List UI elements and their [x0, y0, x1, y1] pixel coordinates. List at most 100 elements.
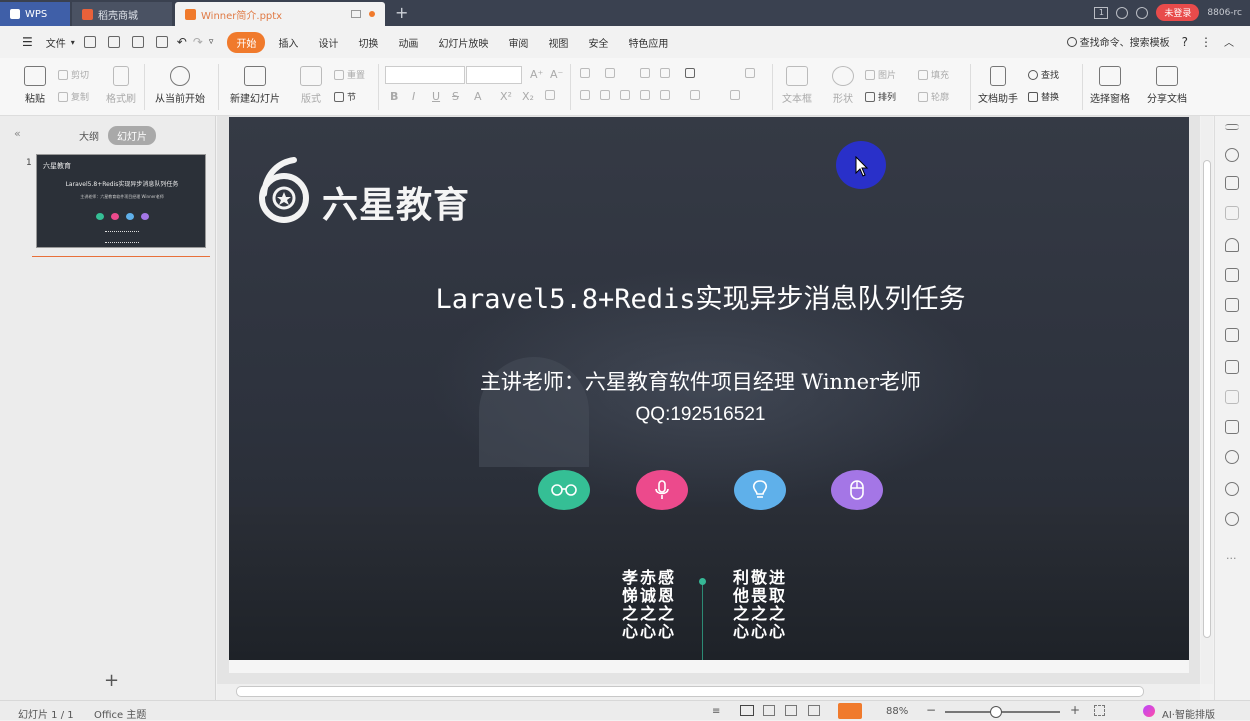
- settings-sliders-icon[interactable]: [1225, 268, 1239, 282]
- subscript-button[interactable]: X₂: [522, 90, 534, 103]
- transfer-icon[interactable]: [1225, 206, 1239, 220]
- print-icon[interactable]: [131, 36, 144, 48]
- font-color-button[interactable]: A: [474, 90, 482, 103]
- reset-button[interactable]: 重置: [334, 68, 365, 81]
- ai-layout-button[interactable]: AI·智能排版: [1162, 706, 1215, 721]
- tab-insert[interactable]: 插入: [271, 32, 305, 53]
- tab-home[interactable]: 开始: [227, 31, 266, 53]
- zoom-value[interactable]: 88%: [886, 706, 908, 717]
- play-from-current-button[interactable]: 从当前开始: [150, 66, 210, 105]
- fit-window-icon[interactable]: [1094, 705, 1105, 716]
- numbering-button[interactable]: [605, 68, 615, 78]
- tab-daoke-store[interactable]: 稻壳商城: [72, 2, 172, 26]
- font-grow-icon[interactable]: A⁺: [530, 68, 543, 81]
- shapes-button[interactable]: 形状: [826, 66, 860, 105]
- history-icon[interactable]: [1225, 482, 1239, 496]
- align-center-button[interactable]: [600, 90, 610, 100]
- more-dropdown-icon[interactable]: ▿: [209, 37, 214, 47]
- star-icon[interactable]: [1225, 148, 1239, 162]
- fill-button[interactable]: 填充: [918, 68, 949, 81]
- strikethrough-button[interactable]: S: [452, 90, 459, 103]
- command-search[interactable]: 查找命令、搜索模板: [1066, 34, 1170, 49]
- tab-design[interactable]: 设计: [311, 32, 345, 53]
- clear-format-icon[interactable]: [545, 90, 555, 100]
- theme-name[interactable]: Office 主题: [94, 706, 146, 721]
- notes-icon[interactable]: ≡: [712, 706, 720, 717]
- print-preview-icon[interactable]: [155, 36, 168, 48]
- decrease-indent-button[interactable]: [640, 68, 650, 78]
- copy-button[interactable]: 复制: [58, 90, 89, 103]
- select-pane-button[interactable]: 选择窗格: [1088, 66, 1132, 105]
- copy-pane-icon[interactable]: [1225, 176, 1239, 190]
- font-shrink-icon[interactable]: A⁻: [550, 68, 563, 81]
- more-options-icon[interactable]: ⋮: [1200, 35, 1212, 49]
- slide-teacher-line[interactable]: 主讲老师：六星教育软件项目经理 Winner老师: [229, 366, 1172, 396]
- text-direction-button[interactable]: [690, 90, 700, 100]
- save-icon[interactable]: [83, 36, 96, 48]
- distribute-button[interactable]: [660, 90, 670, 100]
- feedback-icon[interactable]: [1136, 6, 1149, 19]
- picture-button[interactable]: 图片: [865, 68, 896, 81]
- login-button[interactable]: 未登录: [1156, 4, 1200, 21]
- add-slide-button[interactable]: +: [104, 670, 119, 691]
- zoom-in-button[interactable]: +: [1070, 703, 1080, 717]
- text-align-button[interactable]: [730, 90, 740, 100]
- collapse-panel-icon[interactable]: «: [14, 127, 21, 140]
- justify-button[interactable]: [640, 90, 650, 100]
- slide-title[interactable]: Laravel5.8+Redis实现异步消息队列任务: [229, 277, 1172, 316]
- underline-button[interactable]: U: [432, 90, 440, 103]
- section-button[interactable]: 节: [334, 90, 356, 103]
- file-menu[interactable]: 文件: [39, 32, 73, 53]
- share-doc-button[interactable]: 分享文档: [1144, 66, 1190, 105]
- tab-slides[interactable]: 幻灯片: [108, 125, 156, 145]
- font-name-select[interactable]: [385, 66, 465, 84]
- italic-button[interactable]: I: [412, 90, 415, 103]
- superscript-button[interactable]: X²: [500, 90, 512, 103]
- export-pane-icon[interactable]: [1225, 328, 1239, 342]
- normal-view-icon[interactable]: [740, 705, 754, 716]
- zoom-slider[interactable]: [945, 711, 1060, 713]
- tab-slideshow[interactable]: 幻灯片放映: [431, 32, 495, 53]
- undo-icon[interactable]: ↶: [177, 35, 187, 49]
- tab-view[interactable]: 视图: [541, 32, 575, 53]
- outline-button[interactable]: 轮廓: [918, 90, 949, 103]
- tab-document[interactable]: Winner简介.pptx: [175, 2, 385, 26]
- doc-assistant-button[interactable]: 文档助手: [976, 66, 1020, 105]
- slideshow-play-button[interactable]: [838, 703, 862, 719]
- format-painter-button[interactable]: 格式刷: [104, 66, 138, 105]
- line-spacing-button[interactable]: [745, 68, 755, 78]
- replace-button[interactable]: 替换: [1028, 90, 1059, 103]
- chevron-down-icon[interactable]: ▾: [71, 38, 75, 47]
- align-left-button[interactable]: [580, 90, 590, 100]
- unsaved-dot-icon[interactable]: [369, 11, 375, 17]
- help-circle-icon[interactable]: [1225, 512, 1239, 526]
- reading-view-icon[interactable]: [785, 705, 797, 716]
- archive-icon[interactable]: [1225, 360, 1239, 374]
- export-pdf-icon[interactable]: [107, 36, 120, 48]
- skin-icon[interactable]: [1116, 6, 1129, 19]
- shape-pane-icon[interactable]: [1225, 238, 1239, 252]
- paste-button[interactable]: 粘贴: [18, 66, 52, 105]
- zoom-slider-knob[interactable]: [990, 706, 1002, 718]
- picture-pane-icon[interactable]: [1225, 390, 1239, 404]
- slide-sorter-icon[interactable]: [763, 705, 775, 716]
- new-tab-button[interactable]: +: [395, 2, 408, 26]
- tab-review[interactable]: 审阅: [501, 32, 535, 53]
- tab-animations[interactable]: 动画: [391, 32, 425, 53]
- redo-icon[interactable]: ↷: [193, 35, 203, 49]
- help-icon[interactable]: ?: [1182, 35, 1188, 49]
- shield-icon[interactable]: [1225, 450, 1239, 464]
- image-pane-icon[interactable]: [1225, 298, 1239, 312]
- layout-button[interactable]: 版式: [296, 66, 326, 105]
- tab-wps-home[interactable]: WPS: [0, 2, 70, 26]
- tab-transitions[interactable]: 切换: [351, 32, 385, 53]
- bullets-button[interactable]: [580, 68, 590, 78]
- font-size-select[interactable]: [466, 66, 522, 84]
- window-mode-icon[interactable]: [351, 10, 361, 18]
- hamburger-icon[interactable]: ☰: [22, 35, 33, 49]
- page-count-badge[interactable]: 1: [1094, 6, 1109, 19]
- slide-thumbnail[interactable]: 六星教育 Laravel5.8+Redis实现异步消息队列任务 主讲老师：六星教…: [36, 154, 206, 248]
- columns-button[interactable]: [685, 68, 695, 78]
- expand-pane-icon[interactable]: [1225, 124, 1239, 130]
- backup-icon[interactable]: [1225, 420, 1239, 434]
